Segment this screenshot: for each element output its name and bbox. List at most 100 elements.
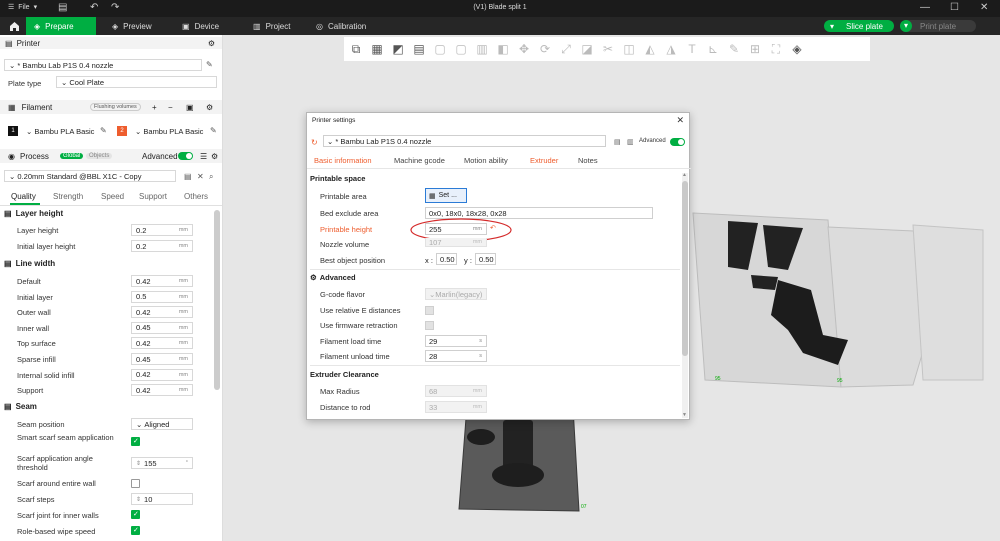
nozzle-volume-input[interactable]: 107 mm xyxy=(425,238,487,247)
dialog-scrollbar-thumb[interactable] xyxy=(682,181,688,356)
stepper-icon[interactable]: ⇕ xyxy=(136,496,141,503)
smart-scarf-label: Smart scarf seam application xyxy=(17,433,114,442)
divider xyxy=(0,205,222,206)
add-icon[interactable]: + xyxy=(152,103,157,112)
tab-prepare[interactable]: ◈ Prepare xyxy=(26,17,96,35)
minimize-icon[interactable]: — xyxy=(920,2,930,14)
line-width-input[interactable]: 0.45 mm xyxy=(131,353,193,365)
tab-notes[interactable]: Notes xyxy=(578,156,598,165)
close-icon[interactable]: ✕ xyxy=(676,115,684,126)
line-width-label: Outer wall xyxy=(17,308,51,318)
firmware-retraction-checkbox[interactable] xyxy=(425,321,434,330)
relative-e-checkbox[interactable] xyxy=(425,306,434,315)
line-width-input[interactable]: 0.42 mm xyxy=(131,384,193,397)
tab-extruder[interactable]: Extruder xyxy=(530,156,558,165)
seam-position-select[interactable]: ⌄ Aligned xyxy=(131,418,193,430)
edit-icon[interactable]: ✎ xyxy=(206,60,213,69)
max-radius-input[interactable]: 68 mm xyxy=(425,385,487,397)
plate-type-select[interactable]: ⌄ Cool Plate xyxy=(56,76,217,88)
printer-section-header: ▤ Printer ⚙ xyxy=(0,37,222,49)
delete-icon[interactable]: ▥ xyxy=(627,138,634,146)
scarf-angle-label: Scarf application angle threshold xyxy=(17,454,93,472)
home-icon[interactable] xyxy=(4,17,24,35)
line-width-input[interactable]: 0.42 mm xyxy=(131,275,193,287)
filament-load-label: Filament load time xyxy=(320,337,382,346)
scroll-up-icon[interactable]: ▲ xyxy=(682,172,687,178)
settings-icon[interactable]: ⚙ xyxy=(206,103,213,112)
line-width-label: Top surface xyxy=(17,339,56,349)
printable-area-label: Printable area xyxy=(320,192,367,201)
filament-load-input[interactable]: 29 s xyxy=(425,335,487,347)
gcode-flavor-select[interactable]: ⌄ Marlin(legacy) xyxy=(425,288,487,300)
refresh-icon[interactable]: ↻ xyxy=(311,138,318,147)
filament-slot-1-swatch[interactable]: 1 xyxy=(8,126,18,136)
filament-unload-input[interactable]: 28 s xyxy=(425,350,487,362)
filament-slot-1-select[interactable]: ⌄ Bambu PLA Basic xyxy=(22,125,97,137)
line-width-input[interactable]: 0.42 mm xyxy=(131,337,193,350)
line-width-input[interactable]: 0.5 mm xyxy=(131,290,193,303)
best-x-input[interactable]: 0.50 xyxy=(436,253,457,265)
tab-motion-ability[interactable]: Motion ability xyxy=(464,156,508,165)
line-width-input[interactable]: 0.45 mm xyxy=(131,321,193,334)
advanced-switch[interactable] xyxy=(178,152,193,160)
tab-calibration[interactable]: ◎ Calibration xyxy=(308,17,374,35)
tab-project[interactable]: ▥ Project xyxy=(245,17,298,35)
edit-icon[interactable]: ✎ xyxy=(210,126,217,135)
role-wipe-label: Role-based wipe speed xyxy=(17,527,96,536)
scarf-around-checkbox[interactable] xyxy=(131,479,140,488)
tab-device[interactable]: ▣ Device xyxy=(174,17,227,35)
smart-scarf-checkbox[interactable] xyxy=(131,437,140,446)
initial-layer-height-input[interactable]: 0.2 mm xyxy=(131,240,193,252)
line-width-input[interactable]: 0.42 mm xyxy=(131,306,193,319)
list-icon[interactable]: ☰ xyxy=(200,152,207,161)
layer-height-input[interactable]: 0.2 mm xyxy=(131,224,193,236)
scarf-inner-checkbox[interactable] xyxy=(131,510,140,519)
distance-rod-input[interactable]: 33 mm xyxy=(425,401,487,413)
best-y-input[interactable]: 0.50 xyxy=(475,253,496,265)
sync-icon[interactable]: ▣ xyxy=(186,103,194,112)
sidebar-scrollbar[interactable] xyxy=(214,210,220,390)
flushing-volumes-button[interactable]: Flushing volumes xyxy=(90,103,141,111)
tab-strength[interactable]: Strength xyxy=(53,192,83,201)
close-icon[interactable]: ✕ xyxy=(980,2,988,14)
save-icon[interactable]: ▤ xyxy=(184,172,192,181)
stepper-icon[interactable]: ⇕ xyxy=(136,460,141,467)
y-label: y : xyxy=(464,256,472,265)
line-width-input[interactable]: 0.42 mm xyxy=(131,368,193,381)
tab-quality[interactable]: Quality xyxy=(11,192,36,201)
tab-support[interactable]: Support xyxy=(139,192,167,201)
global-toggle[interactable]: Global xyxy=(60,153,84,159)
tab-others[interactable]: Others xyxy=(184,192,208,201)
tab-speed[interactable]: Speed xyxy=(101,192,124,201)
reset-icon[interactable]: ✕ xyxy=(197,172,204,181)
maximize-icon[interactable]: ☐ xyxy=(950,2,959,14)
printer-preset-select[interactable]: ⌄ * Bambu Lab P1S 0.4 nozzle xyxy=(323,135,606,147)
tab-preview[interactable]: ◈ Preview xyxy=(104,17,160,35)
chevron-down-icon: ⌄ xyxy=(135,126,142,136)
remove-icon[interactable]: − xyxy=(168,103,173,112)
window-title: (V1) Blade split 1 xyxy=(473,4,527,11)
objects-toggle[interactable]: Objects xyxy=(86,153,113,159)
printer-select[interactable]: ⌄ * Bambu Lab P1S 0.4 nozzle xyxy=(4,59,202,71)
compare-icon[interactable]: ⚙ xyxy=(211,152,218,161)
advanced-header: ⚙ Advanced xyxy=(310,273,356,282)
search-icon[interactable]: ⌕ xyxy=(209,172,213,182)
scroll-down-icon[interactable]: ▼ xyxy=(682,412,687,418)
edit-icon[interactable]: ✎ xyxy=(100,126,107,135)
best-position-label: Best object position xyxy=(320,256,386,265)
process-preset-select[interactable]: ⌄ 0.20mm Standard @BBL X1C - Copy xyxy=(4,170,176,182)
print-plate-button[interactable]: ▾ Print plate xyxy=(900,20,976,32)
seam-position-label: Seam position xyxy=(17,420,65,429)
filament-slot-2-select[interactable]: ⌄ Bambu PLA Basic xyxy=(131,125,206,137)
scarf-angle-input[interactable]: ⇕ 155 ° xyxy=(131,457,193,469)
save-icon[interactable]: ▤ xyxy=(614,138,621,146)
role-wipe-checkbox[interactable] xyxy=(131,526,140,535)
settings-icon[interactable]: ⚙ xyxy=(208,39,215,48)
filament-slot-2-swatch[interactable]: 2 xyxy=(117,126,127,136)
tab-machine-gcode[interactable]: Machine gcode xyxy=(394,156,445,165)
set-printable-area-button[interactable]: ▦ Set ... xyxy=(425,188,467,203)
slice-plate-button[interactable]: ▾ Slice plate xyxy=(824,20,894,32)
tab-basic-information[interactable]: Basic information xyxy=(314,156,372,165)
scarf-steps-input[interactable]: ⇕ 10 xyxy=(131,493,193,505)
advanced-switch[interactable] xyxy=(670,138,685,146)
